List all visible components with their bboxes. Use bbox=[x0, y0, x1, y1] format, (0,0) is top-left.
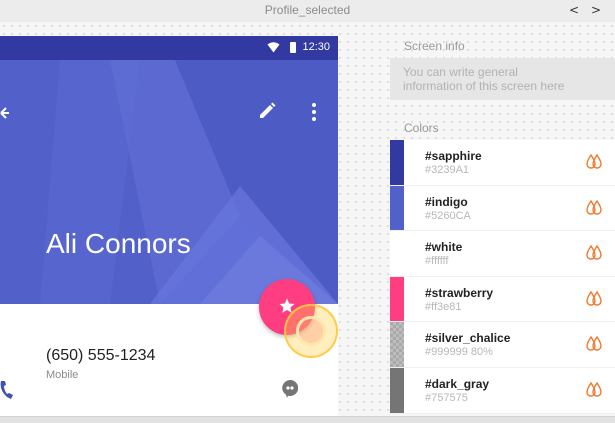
next-screen-button[interactable]: > bbox=[587, 2, 605, 19]
wifi-icon bbox=[267, 41, 280, 52]
color-name: #indigo bbox=[425, 194, 468, 209]
color-name: #dark_gray bbox=[425, 376, 490, 391]
color-name: #sapphire bbox=[425, 149, 482, 163]
drop-icon[interactable] bbox=[586, 290, 602, 308]
color-swatch bbox=[390, 276, 404, 322]
profile-header: 12:30 Ali Connors bbox=[0, 36, 338, 304]
phone-type-label: Mobile bbox=[46, 369, 79, 381]
color-name: #strawberry bbox=[425, 285, 494, 300]
screen-title: Profile_selected bbox=[264, 3, 351, 17]
title-bar: Profile_selected < > bbox=[0, 0, 615, 22]
screen-nav: < > bbox=[561, 2, 605, 19]
status-time: 12:30 bbox=[302, 41, 330, 53]
drop-icon[interactable] bbox=[586, 153, 602, 171]
color-swatch bbox=[390, 185, 404, 231]
drop-icon[interactable] bbox=[586, 199, 602, 217]
color-row-dark-gray[interactable]: #dark_gray #757575 bbox=[390, 367, 615, 414]
color-row-strawberry[interactable]: #strawberry #ff3e81 bbox=[390, 276, 615, 323]
color-row-indigo[interactable]: #indigo #5260CA bbox=[390, 185, 615, 232]
color-value: #5260CA bbox=[425, 209, 471, 222]
color-name: #silver_chalice bbox=[425, 331, 511, 346]
status-bar: 12:30 bbox=[0, 36, 338, 60]
touch-indicator bbox=[284, 304, 338, 358]
color-swatch bbox=[390, 140, 404, 185]
phone-number[interactable]: (650) 555-1234 bbox=[46, 347, 155, 365]
phone-screen[interactable]: 12:30 Ali Connors (650) 555-1234 Mobile bbox=[0, 36, 338, 416]
color-row-silver-chalice[interactable]: #silver_chalice #999999 80% bbox=[390, 322, 615, 368]
battery-icon bbox=[290, 41, 297, 53]
colors-title: Colors bbox=[404, 121, 439, 135]
header-background-shapes bbox=[0, 60, 338, 304]
color-swatch bbox=[390, 367, 404, 413]
pencil-icon[interactable] bbox=[258, 102, 276, 120]
color-row-white[interactable]: #white #ffffff bbox=[390, 231, 615, 277]
chat-bubble-icon[interactable] bbox=[282, 380, 298, 398]
drop-icon[interactable] bbox=[586, 335, 602, 353]
drop-icon[interactable] bbox=[586, 244, 602, 262]
bottom-scrollbar[interactable] bbox=[0, 416, 615, 423]
color-swatch bbox=[390, 322, 404, 367]
color-value: #999999 80% bbox=[425, 346, 493, 359]
more-vert-icon[interactable] bbox=[312, 103, 316, 121]
color-value: #757575 bbox=[425, 391, 468, 404]
color-list: #sapphire #3239A1 #indigo #5260CA #white… bbox=[390, 140, 615, 414]
color-value: #3239A1 bbox=[425, 164, 470, 176]
color-value: #ffffff bbox=[425, 255, 449, 268]
screen-info-placeholder-line1: You can write general bbox=[403, 65, 518, 79]
contact-name: Ali Connors bbox=[46, 228, 191, 259]
prev-screen-button[interactable]: < bbox=[565, 2, 583, 19]
arrow-back-icon[interactable] bbox=[0, 106, 10, 123]
inspector-panel: Screen info You can write general inform… bbox=[390, 22, 615, 416]
screen-info-title: Screen info bbox=[404, 39, 465, 53]
color-value: #ff3e81 bbox=[425, 300, 462, 313]
phone-icon[interactable] bbox=[0, 381, 14, 399]
color-swatch bbox=[390, 231, 404, 276]
color-row-sapphire[interactable]: #sapphire #3239A1 bbox=[390, 140, 615, 186]
screen-info-field[interactable]: You can write general information of thi… bbox=[390, 58, 615, 100]
screen-info-placeholder-line2: information of this screen here bbox=[403, 79, 565, 93]
drop-icon[interactable] bbox=[586, 381, 602, 399]
color-name: #white bbox=[425, 240, 463, 255]
